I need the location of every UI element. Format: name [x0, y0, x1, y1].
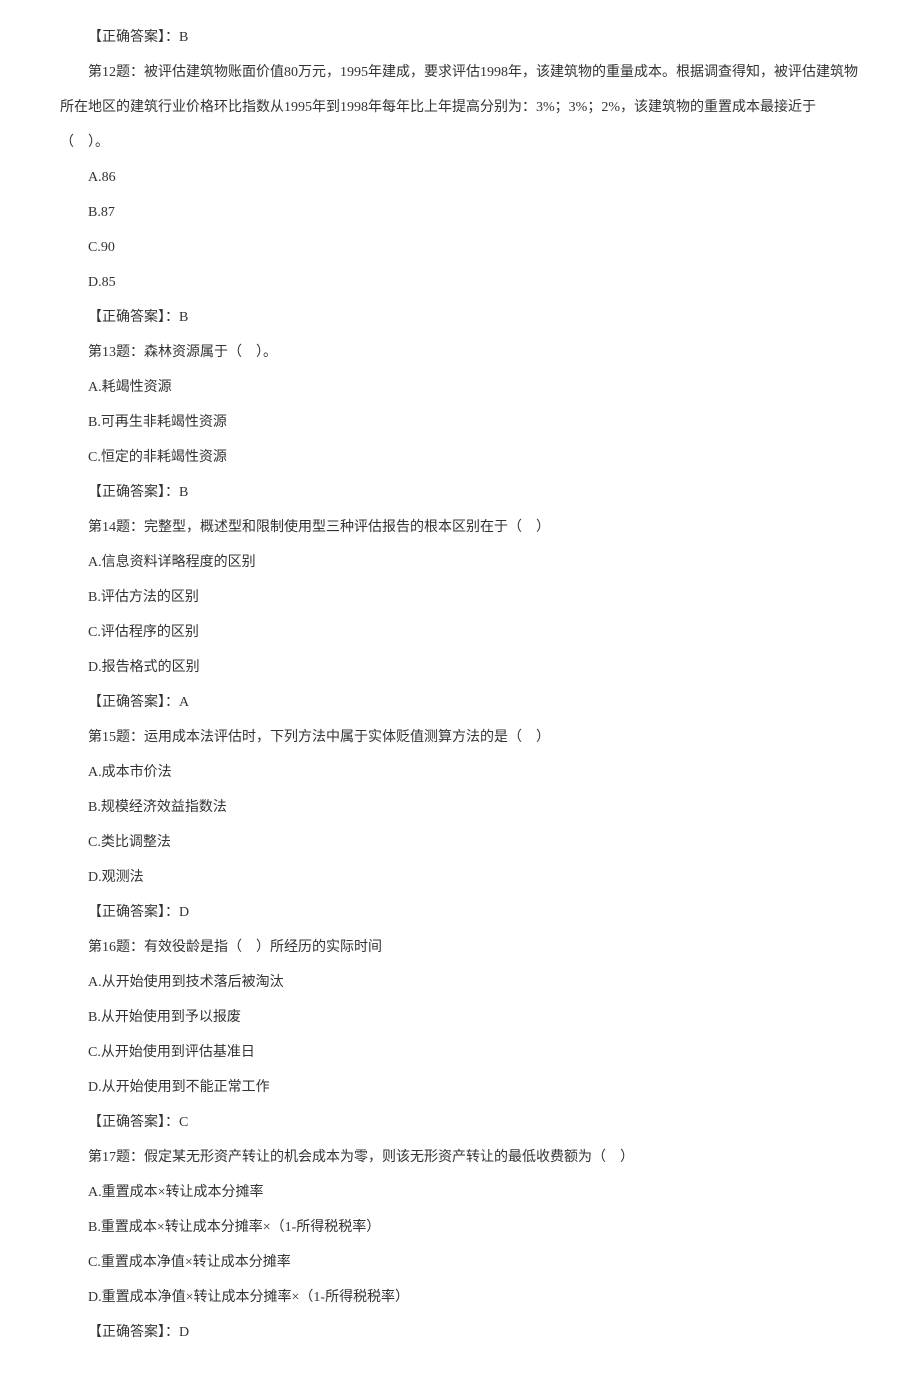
option-line: A.从开始使用到技术落后被淘汰: [60, 965, 860, 1000]
option-line: A.86: [60, 160, 860, 195]
option-line: C.恒定的非耗竭性资源: [60, 440, 860, 475]
option-line: D.从开始使用到不能正常工作: [60, 1070, 860, 1105]
answer-line: 【正确答案】：D: [60, 1315, 860, 1350]
answer-line: 【正确答案】：C: [60, 1105, 860, 1140]
option-line: B.规模经济效益指数法: [60, 790, 860, 825]
option-line: A.信息资料详略程度的区别: [60, 545, 860, 580]
option-line: C.从开始使用到评估基准日: [60, 1035, 860, 1070]
question-text: 第12题：被评估建筑物账面价值80万元，1995年建成，要求评估1998年，该建…: [60, 65, 858, 150]
document-content: 【正确答案】：B 第12题：被评估建筑物账面价值80万元，1995年建成，要求评…: [60, 20, 860, 1350]
option-line: B.可再生非耗竭性资源: [60, 405, 860, 440]
option-line: C.评估程序的区别: [60, 615, 860, 650]
option-line: C.类比调整法: [60, 825, 860, 860]
question-line: 第17题：假定某无形资产转让的机会成本为零，则该无形资产转让的最低收费额为（ ）: [60, 1140, 860, 1175]
option-line: D.85: [60, 265, 860, 300]
option-line: B.评估方法的区别: [60, 580, 860, 615]
question-line: 第15题：运用成本法评估时，下列方法中属于实体贬值测算方法的是（ ）: [60, 720, 860, 755]
answer-line: 【正确答案】：B: [60, 20, 860, 55]
question-line: 第12题：被评估建筑物账面价值80万元，1995年建成，要求评估1998年，该建…: [60, 55, 860, 160]
option-line: D.观测法: [60, 860, 860, 895]
answer-line: 【正确答案】：A: [60, 685, 860, 720]
option-line: B.87: [60, 195, 860, 230]
option-line: A.重置成本×转让成本分摊率: [60, 1175, 860, 1210]
option-line: A.耗竭性资源: [60, 370, 860, 405]
question-line: 第16题：有效役龄是指（ ）所经历的实际时间: [60, 930, 860, 965]
option-line: C.90: [60, 230, 860, 265]
option-line: C.重置成本净值×转让成本分摊率: [60, 1245, 860, 1280]
option-line: D.报告格式的区别: [60, 650, 860, 685]
answer-line: 【正确答案】：B: [60, 300, 860, 335]
answer-line: 【正确答案】：D: [60, 895, 860, 930]
question-line: 第13题：森林资源属于（ ）。: [60, 335, 860, 370]
option-line: B.重置成本×转让成本分摊率×（1-所得税税率）: [60, 1210, 860, 1245]
question-line: 第14题：完整型，概述型和限制使用型三种评估报告的根本区别在于（ ）: [60, 510, 860, 545]
option-line: B.从开始使用到予以报废: [60, 1000, 860, 1035]
answer-line: 【正确答案】：B: [60, 475, 860, 510]
option-line: A.成本市价法: [60, 755, 860, 790]
option-line: D.重置成本净值×转让成本分摊率×（1-所得税税率）: [60, 1280, 860, 1315]
